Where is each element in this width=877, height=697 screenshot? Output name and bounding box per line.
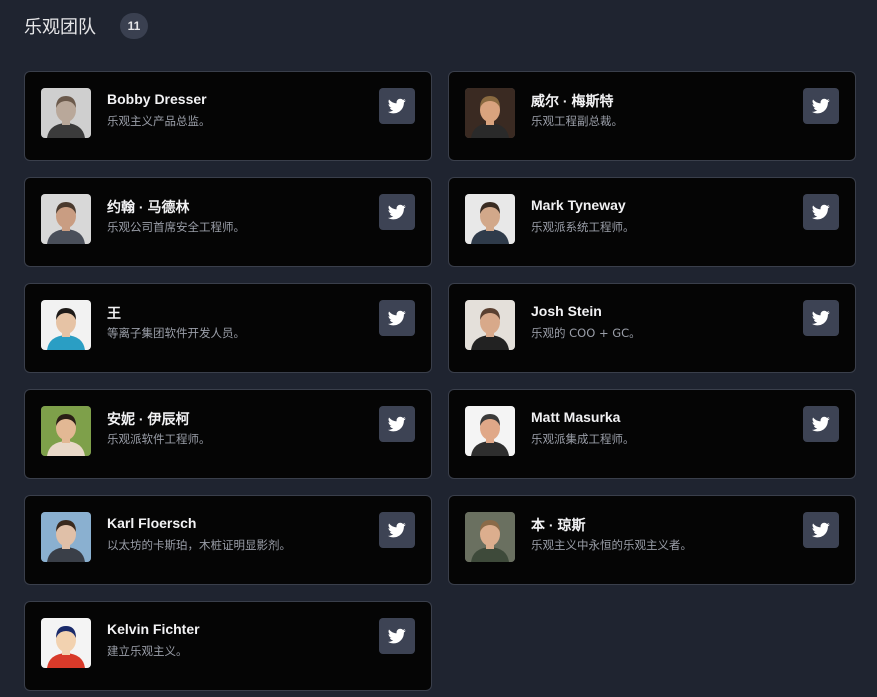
team-member-card: 本 · 琼斯乐观主义中永恒的乐观主义者。: [448, 495, 856, 585]
team-member-card: 安妮 · 伊辰柯乐观派软件工程师。: [24, 389, 432, 479]
avatar: [465, 194, 515, 244]
member-name: 威尔 · 梅斯特: [531, 93, 614, 109]
member-name: Josh Stein: [531, 303, 602, 319]
member-bio: 以太坊的卡斯珀，木桩证明显影剂。: [107, 538, 291, 552]
twitter-icon: [812, 522, 830, 538]
twitter-icon: [388, 628, 406, 644]
twitter-icon: [812, 98, 830, 114]
member-bio: 乐观主义中永恒的乐观主义者。: [531, 538, 692, 552]
member-bio: 乐观的 COO + GC。: [531, 326, 641, 340]
twitter-icon: [388, 98, 406, 114]
member-name: 安妮 · 伊辰柯: [107, 411, 190, 427]
avatar: [465, 512, 515, 562]
member-bio: 乐观派软件工程师。: [107, 432, 211, 446]
avatar: [465, 300, 515, 350]
twitter-icon: [812, 204, 830, 220]
avatar: [41, 618, 91, 668]
member-count-badge: 11: [120, 13, 148, 39]
team-member-card: Matt Masurka 乐观派集成工程师。: [448, 389, 856, 479]
member-bio: 等离子集团软件开发人员。: [107, 326, 245, 340]
twitter-button[interactable]: [803, 300, 839, 336]
twitter-button[interactable]: [803, 88, 839, 124]
member-bio: 乐观公司首席安全工程师。: [107, 220, 245, 234]
team-member-card: Mark Tyneway 乐观派系统工程师。: [448, 177, 856, 267]
twitter-button[interactable]: [379, 300, 415, 336]
team-member-card: 约翰 · 马德林乐观公司首席安全工程师。: [24, 177, 432, 267]
avatar: [41, 512, 91, 562]
twitter-button[interactable]: [803, 512, 839, 548]
twitter-icon: [388, 522, 406, 538]
team-member-card: Karl Floersch 以太坊的卡斯珀，木桩证明显影剂。: [24, 495, 432, 585]
avatar: [41, 88, 91, 138]
twitter-button[interactable]: [379, 406, 415, 442]
member-name: Matt Masurka: [531, 409, 621, 425]
twitter-icon: [388, 204, 406, 220]
twitter-icon: [812, 310, 830, 326]
page-title: 乐观团队: [24, 17, 96, 38]
twitter-icon: [812, 416, 830, 432]
avatar: [465, 406, 515, 456]
twitter-button[interactable]: [379, 512, 415, 548]
member-bio: 乐观工程副总裁。: [531, 114, 623, 128]
member-name: Bobby Dresser: [107, 91, 207, 107]
twitter-icon: [388, 310, 406, 326]
team-member-card: Kelvin Fichter 建立乐观主义。: [24, 601, 432, 691]
avatar: [465, 88, 515, 138]
member-name: 本 · 琼斯: [531, 517, 586, 533]
twitter-icon: [388, 416, 406, 432]
member-bio: 建立乐观主义。: [107, 644, 188, 658]
team-member-card: 威尔 · 梅斯特 乐观工程副总裁。: [448, 71, 856, 161]
avatar: [41, 194, 91, 244]
team-header: 乐观团队 11: [24, 12, 148, 40]
team-member-card: Josh Stein 乐观的 COO + GC。: [448, 283, 856, 373]
member-name: 约翰 · 马德林: [107, 199, 190, 215]
member-name: 王: [107, 305, 121, 321]
member-name: Karl Floersch: [107, 515, 197, 531]
avatar: [41, 406, 91, 456]
twitter-button[interactable]: [803, 406, 839, 442]
twitter-button[interactable]: [379, 618, 415, 654]
twitter-button[interactable]: [379, 88, 415, 124]
member-name: Mark Tyneway: [531, 197, 626, 213]
team-member-card: 王等离子集团软件开发人员。: [24, 283, 432, 373]
member-bio: 乐观主义产品总监。: [107, 114, 211, 128]
team-grid: Bobby Dresser 乐观主义产品总监。 威尔 · 梅斯特 乐观工程副总裁。 约翰…: [24, 71, 856, 691]
member-name: Kelvin Fichter: [107, 621, 200, 637]
member-bio: 乐观派集成工程师。: [531, 432, 635, 446]
avatar: [41, 300, 91, 350]
twitter-button[interactable]: [803, 194, 839, 230]
member-bio: 乐观派系统工程师。: [531, 220, 635, 234]
twitter-button[interactable]: [379, 194, 415, 230]
team-member-card: Bobby Dresser 乐观主义产品总监。: [24, 71, 432, 161]
